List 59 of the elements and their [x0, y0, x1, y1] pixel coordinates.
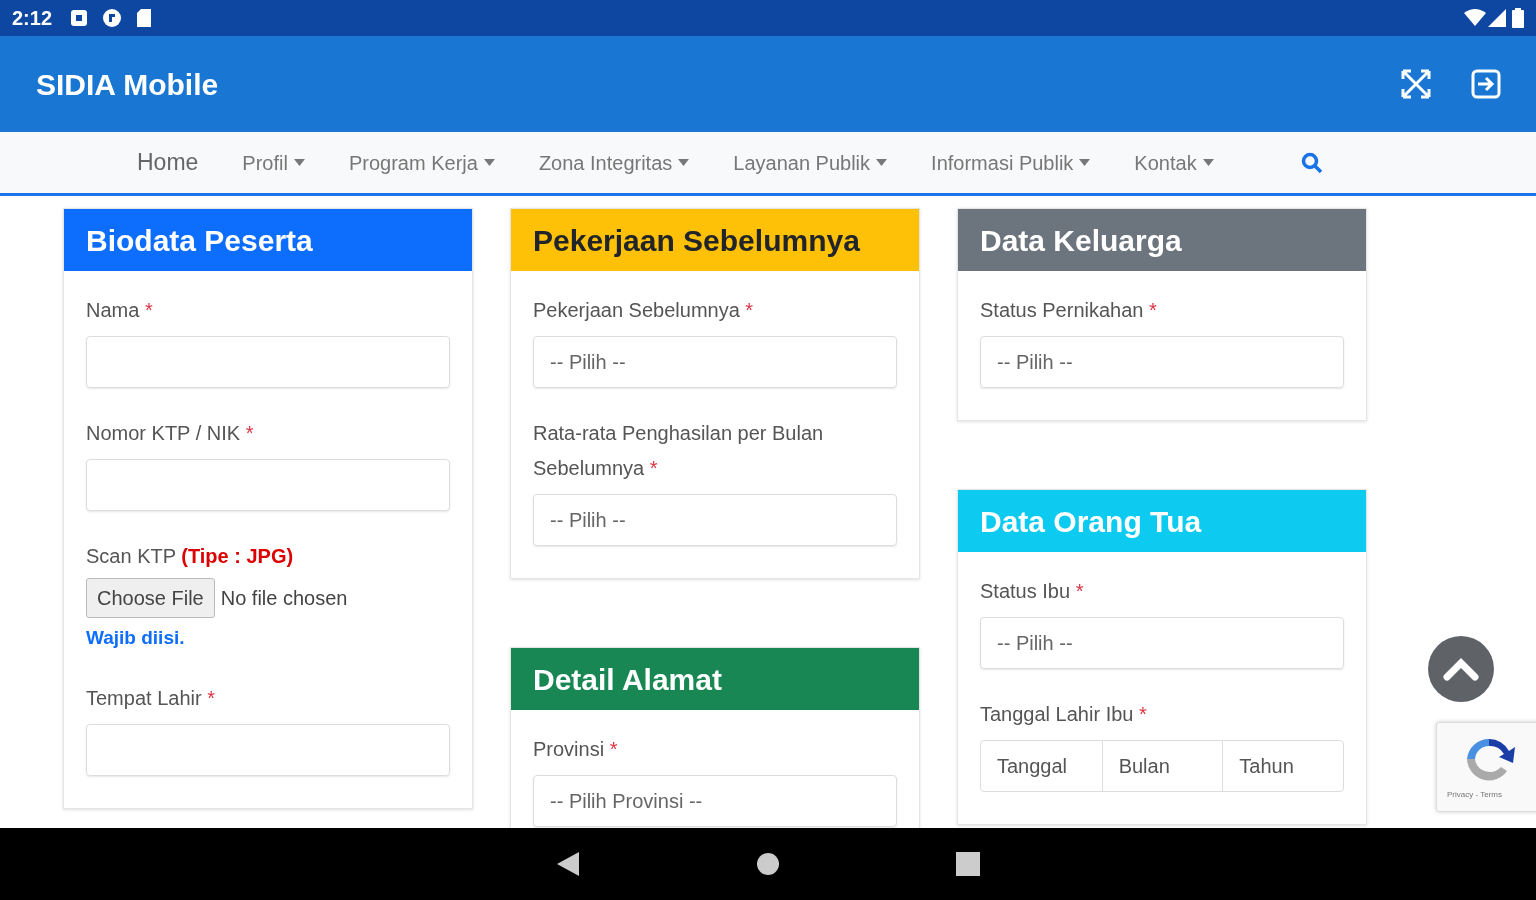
field-label: Nama * [86, 298, 154, 323]
nav-link[interactable]: Home [137, 145, 199, 180]
field-label: Tempat Lahir * [86, 685, 216, 711]
app-title: SIDIA Mobile [36, 66, 219, 103]
select-field[interactable]: -- Pilih -- [980, 336, 1344, 388]
field-label: Rata-rata Penghasilan per Bulan Sebelumnya * [533, 421, 825, 481]
validation-message: Wajib diisi. [86, 626, 185, 650]
caret-icon [678, 159, 690, 166]
caret-icon [1202, 159, 1214, 166]
caret-icon [293, 159, 305, 166]
nav-link[interactable]: Layanan Publik [733, 147, 888, 178]
choose-file-button[interactable]: Choose File [86, 578, 215, 618]
field-label: Status Ibu * [980, 579, 1085, 604]
select-field[interactable]: -- Pilih Provinsi -- [533, 775, 897, 827]
signal-icon [1488, 9, 1506, 27]
search-icon [1300, 151, 1323, 174]
crossed-arrows-icon [1399, 67, 1433, 101]
field-label: Pekerjaan Sebelumnya * [533, 298, 755, 323]
exit-icon [1470, 68, 1502, 100]
field-label: Nomor KTP / NIK * [86, 421, 255, 446]
chevron-up-icon [1443, 657, 1479, 681]
card-header: Detail Alamat [511, 648, 919, 710]
caret-icon [483, 159, 495, 166]
recaptcha-badge[interactable]: Privacy - Terms [1436, 722, 1536, 812]
recaptcha-links: Privacy - Terms [1447, 789, 1503, 801]
date-select[interactable]: Tahun [1222, 741, 1343, 791]
date-select[interactable]: Bulan [1101, 741, 1223, 791]
notification-icon [102, 8, 123, 28]
nav-link[interactable]: Profil [242, 147, 305, 178]
select-field[interactable]: -- Pilih -- [533, 336, 897, 388]
nav-link[interactable]: Zona Integritas [538, 147, 690, 178]
input-field[interactable] [86, 336, 450, 388]
nav-link[interactable]: Program Kerja [348, 147, 495, 178]
select-field[interactable]: -- Pilih -- [533, 494, 897, 546]
field-label: Provinsi * [533, 737, 619, 762]
card-header: Pekerjaan Sebelumnya [511, 209, 919, 271]
nav-link[interactable]: Informasi Publik [931, 147, 1091, 178]
card-header: Data Keluarga [958, 209, 1366, 271]
input-field[interactable] [86, 459, 450, 511]
caret-icon [876, 159, 888, 166]
field-label: Scan KTP (Tipe : JPG) [86, 544, 295, 569]
wifi-icon [1464, 9, 1486, 27]
card-header: Biodata Peserta [64, 209, 472, 271]
field-label: Status Pernikahan * [980, 298, 1158, 323]
home-icon [756, 852, 780, 876]
field-label: Tanggal Lahir Ibu * [980, 702, 1148, 727]
sd-card-icon [136, 8, 153, 28]
select-field[interactable]: -- Pilih -- [980, 617, 1344, 669]
file-status: No file chosen [220, 586, 348, 611]
card-header: Data Orang Tua [958, 490, 1366, 552]
status-time: 2:12 [12, 6, 53, 31]
recents-icon [956, 852, 980, 876]
notification-icon [70, 9, 89, 27]
caret-icon [1079, 159, 1091, 166]
input-field[interactable] [86, 723, 450, 776]
back-icon [557, 852, 579, 876]
nav-link[interactable]: Kontak [1134, 147, 1214, 178]
battery-icon [1512, 8, 1524, 28]
date-select[interactable]: Tanggal [981, 741, 1102, 791]
